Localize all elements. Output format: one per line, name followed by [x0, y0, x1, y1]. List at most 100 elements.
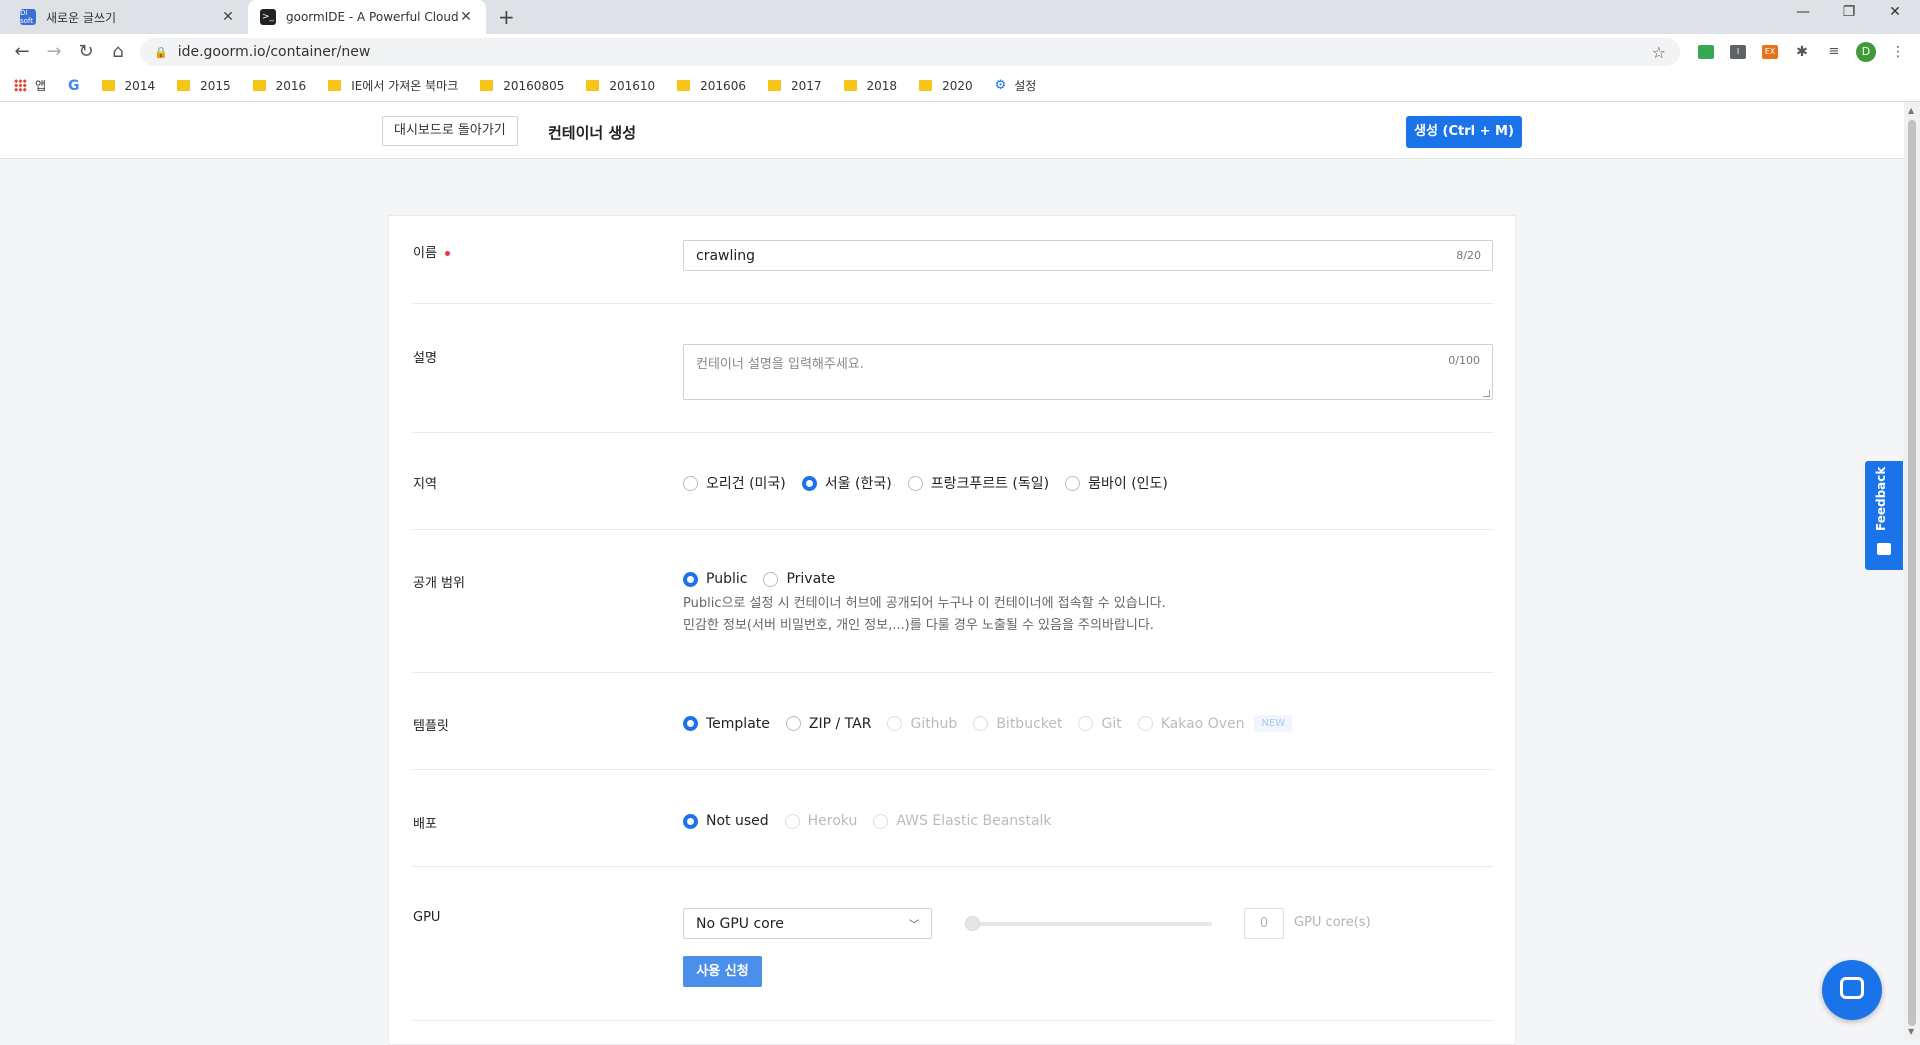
window-close-button[interactable]: ✕	[1872, 4, 1918, 20]
template-option-template[interactable]: Template	[683, 716, 770, 732]
gpu-core-count-input[interactable]: 0	[1244, 908, 1284, 939]
template-option-zip-tar[interactable]: ZIP / TAR	[785, 716, 871, 732]
radio-checked-icon	[683, 571, 698, 587]
description-textarea[interactable]: 컨테이너 설명을 입력해주세요. 0/100	[683, 344, 1493, 400]
feedback-chat-icon	[1877, 543, 1891, 555]
chat-launcher-button[interactable]	[1822, 960, 1882, 1020]
browser-tab-active[interactable]: >_ goormIDE - A Powerful Cloud IDE ✕	[248, 0, 486, 34]
folder-icon	[328, 80, 342, 91]
resize-handle-icon[interactable]	[1483, 390, 1490, 397]
bookmark-folder[interactable]: IE에서 가져온 북마크	[328, 77, 458, 94]
description-row: 설명 컨테이너 설명을 입력해주세요. 0/100	[413, 304, 1493, 433]
scrollbar-thumb[interactable]	[1908, 120, 1916, 1026]
reading-list-icon[interactable]: ≡	[1826, 45, 1842, 59]
radio-icon	[973, 716, 989, 731]
folder-icon	[252, 80, 266, 91]
scroll-down-icon[interactable]: ▼	[1908, 1027, 1914, 1036]
page-title: 컨테이너 생성	[548, 124, 637, 142]
monitor-extension-icon[interactable]	[1698, 45, 1714, 59]
bookmark-folder[interactable]: 2020	[919, 79, 973, 93]
new-tab-button[interactable]: +	[498, 5, 515, 29]
browser-toolbar: ← → ↻ ⌂ 🔒 ide.goorm.io/container/new ☆ I…	[0, 34, 1920, 70]
bookmark-folder[interactable]: 2018	[843, 79, 897, 93]
region-option-frankfurt[interactable]: 프랑크푸르트 (독일)	[907, 473, 1049, 493]
region-option-mumbai[interactable]: 뭄바이 (인도)	[1065, 473, 1168, 493]
gpu-apply-button[interactable]: 사용 신청	[683, 956, 762, 987]
deploy-option-aws-beanstalk[interactable]: AWS Elastic Beanstalk	[873, 813, 1052, 829]
forward-arrow-icon[interactable]: →	[42, 40, 66, 64]
create-container-button[interactable]: 생성 (Ctrl + M)	[1406, 116, 1522, 148]
folder-icon	[586, 80, 600, 91]
page-scrollbar[interactable]: ▲ ▼	[1904, 102, 1920, 1040]
radio-icon	[887, 716, 903, 731]
i-extension-icon[interactable]: I	[1730, 45, 1746, 59]
back-arrow-icon[interactable]: ←	[10, 40, 34, 64]
new-badge: NEW	[1254, 715, 1293, 732]
region-row: 지역 오리건 (미국) 서울 (한국) 프랑크푸르트 (독일) 뭄바이 (인도)	[413, 433, 1493, 530]
bookmark-folder[interactable]: 2017	[767, 79, 822, 93]
scroll-up-icon[interactable]: ▲	[1908, 106, 1914, 115]
radio-icon	[1137, 716, 1153, 731]
tab-close-icon[interactable]: ✕	[458, 9, 474, 25]
gpu-core-select[interactable]: No GPU core ﹀	[683, 908, 932, 939]
template-option-git[interactable]: Git	[1078, 716, 1122, 732]
bookmark-star-icon[interactable]: ☆	[1652, 43, 1666, 62]
puzzle-extensions-icon[interactable]: ✱	[1794, 45, 1810, 59]
name-input[interactable]: crawling 8/20	[683, 240, 1493, 271]
radio-icon	[907, 475, 923, 491]
container-form-card: 이름 crawling 8/20 설명 컨테이너 설명을 입력해주세요. 0/1…	[388, 215, 1516, 1045]
slider-handle[interactable]	[965, 916, 980, 931]
bookmark-folder[interactable]: 20160805	[480, 79, 564, 93]
bookmark-folder[interactable]: 2015	[177, 79, 231, 93]
visibility-option-public[interactable]: Public	[683, 571, 747, 587]
description-placeholder: 컨테이너 설명을 입력해주세요.	[696, 357, 864, 372]
folder-icon	[101, 80, 115, 91]
name-char-counter: 8/20	[1456, 249, 1481, 262]
menu-kebab-icon[interactable]: ⋮	[1890, 45, 1906, 59]
minimize-button[interactable]: —	[1780, 4, 1826, 20]
folder-icon	[480, 80, 494, 91]
region-option-oregon[interactable]: 오리건 (미국)	[683, 473, 786, 493]
name-input-value: crawling	[696, 247, 756, 264]
folder-icon	[677, 80, 691, 91]
ex-extension-icon[interactable]: EX	[1762, 45, 1778, 59]
bookmark-google[interactable]: G	[68, 78, 80, 94]
radio-icon	[1078, 716, 1094, 731]
restore-button[interactable]: ❐	[1826, 4, 1872, 20]
region-option-seoul[interactable]: 서울 (한국)	[801, 473, 892, 493]
bookmark-apps[interactable]: 앱	[14, 77, 46, 94]
bookmarks-bar: 앱 G 2014 2015 2016 IE에서 가져온 북마크 20160805…	[0, 70, 1920, 102]
feedback-label: Feedback	[1874, 466, 1888, 531]
name-row: 이름 crawling 8/20	[413, 216, 1493, 304]
tab-close-icon[interactable]: ✕	[220, 9, 236, 25]
chat-bubble-icon	[1840, 977, 1864, 999]
visibility-option-private[interactable]: Private	[763, 571, 835, 587]
visibility-row: 공개 범위 Public Private Public으로 설정 시 컨테이너 …	[413, 530, 1493, 673]
terminal-favicon-icon: >_	[260, 9, 276, 25]
template-option-github[interactable]: Github	[887, 716, 957, 732]
bookmark-folder[interactable]: 201610	[586, 79, 655, 93]
reload-icon[interactable]: ↻	[74, 40, 98, 64]
radio-icon	[763, 571, 779, 587]
template-option-bitbucket[interactable]: Bitbucket	[973, 716, 1062, 732]
deploy-option-heroku[interactable]: Heroku	[784, 813, 857, 829]
gear-icon: ⚙	[994, 78, 1007, 93]
profile-avatar[interactable]: D	[1856, 42, 1876, 62]
bookmark-folder[interactable]: 2014	[101, 79, 155, 93]
google-icon: G	[68, 77, 80, 94]
address-bar[interactable]: 🔒 ide.goorm.io/container/new ☆	[140, 38, 1680, 66]
gpu-core-slider[interactable]	[965, 916, 1212, 931]
deploy-option-not-used[interactable]: Not used	[683, 813, 769, 829]
deploy-row: 배포 Not used Heroku AWS Elastic Beanstalk	[413, 770, 1493, 867]
radio-checked-icon	[683, 813, 698, 829]
template-option-kakao-oven[interactable]: Kakao Oven	[1137, 716, 1244, 732]
feedback-tab[interactable]: Feedback	[1865, 461, 1903, 570]
bookmark-settings[interactable]: ⚙ 설정	[995, 77, 1037, 94]
back-to-dashboard-button[interactable]: 대시보드로 돌아가기	[382, 116, 518, 146]
browser-tab-inactive[interactable]: DI soft 새로운 글쓰기 ✕	[8, 0, 248, 34]
required-dot-icon	[444, 251, 450, 256]
bookmark-folder[interactable]: 2016	[252, 79, 306, 93]
home-icon[interactable]: ⌂	[106, 40, 130, 64]
bookmark-folder[interactable]: 201606	[677, 79, 746, 93]
description-char-counter: 0/100	[1448, 354, 1480, 367]
